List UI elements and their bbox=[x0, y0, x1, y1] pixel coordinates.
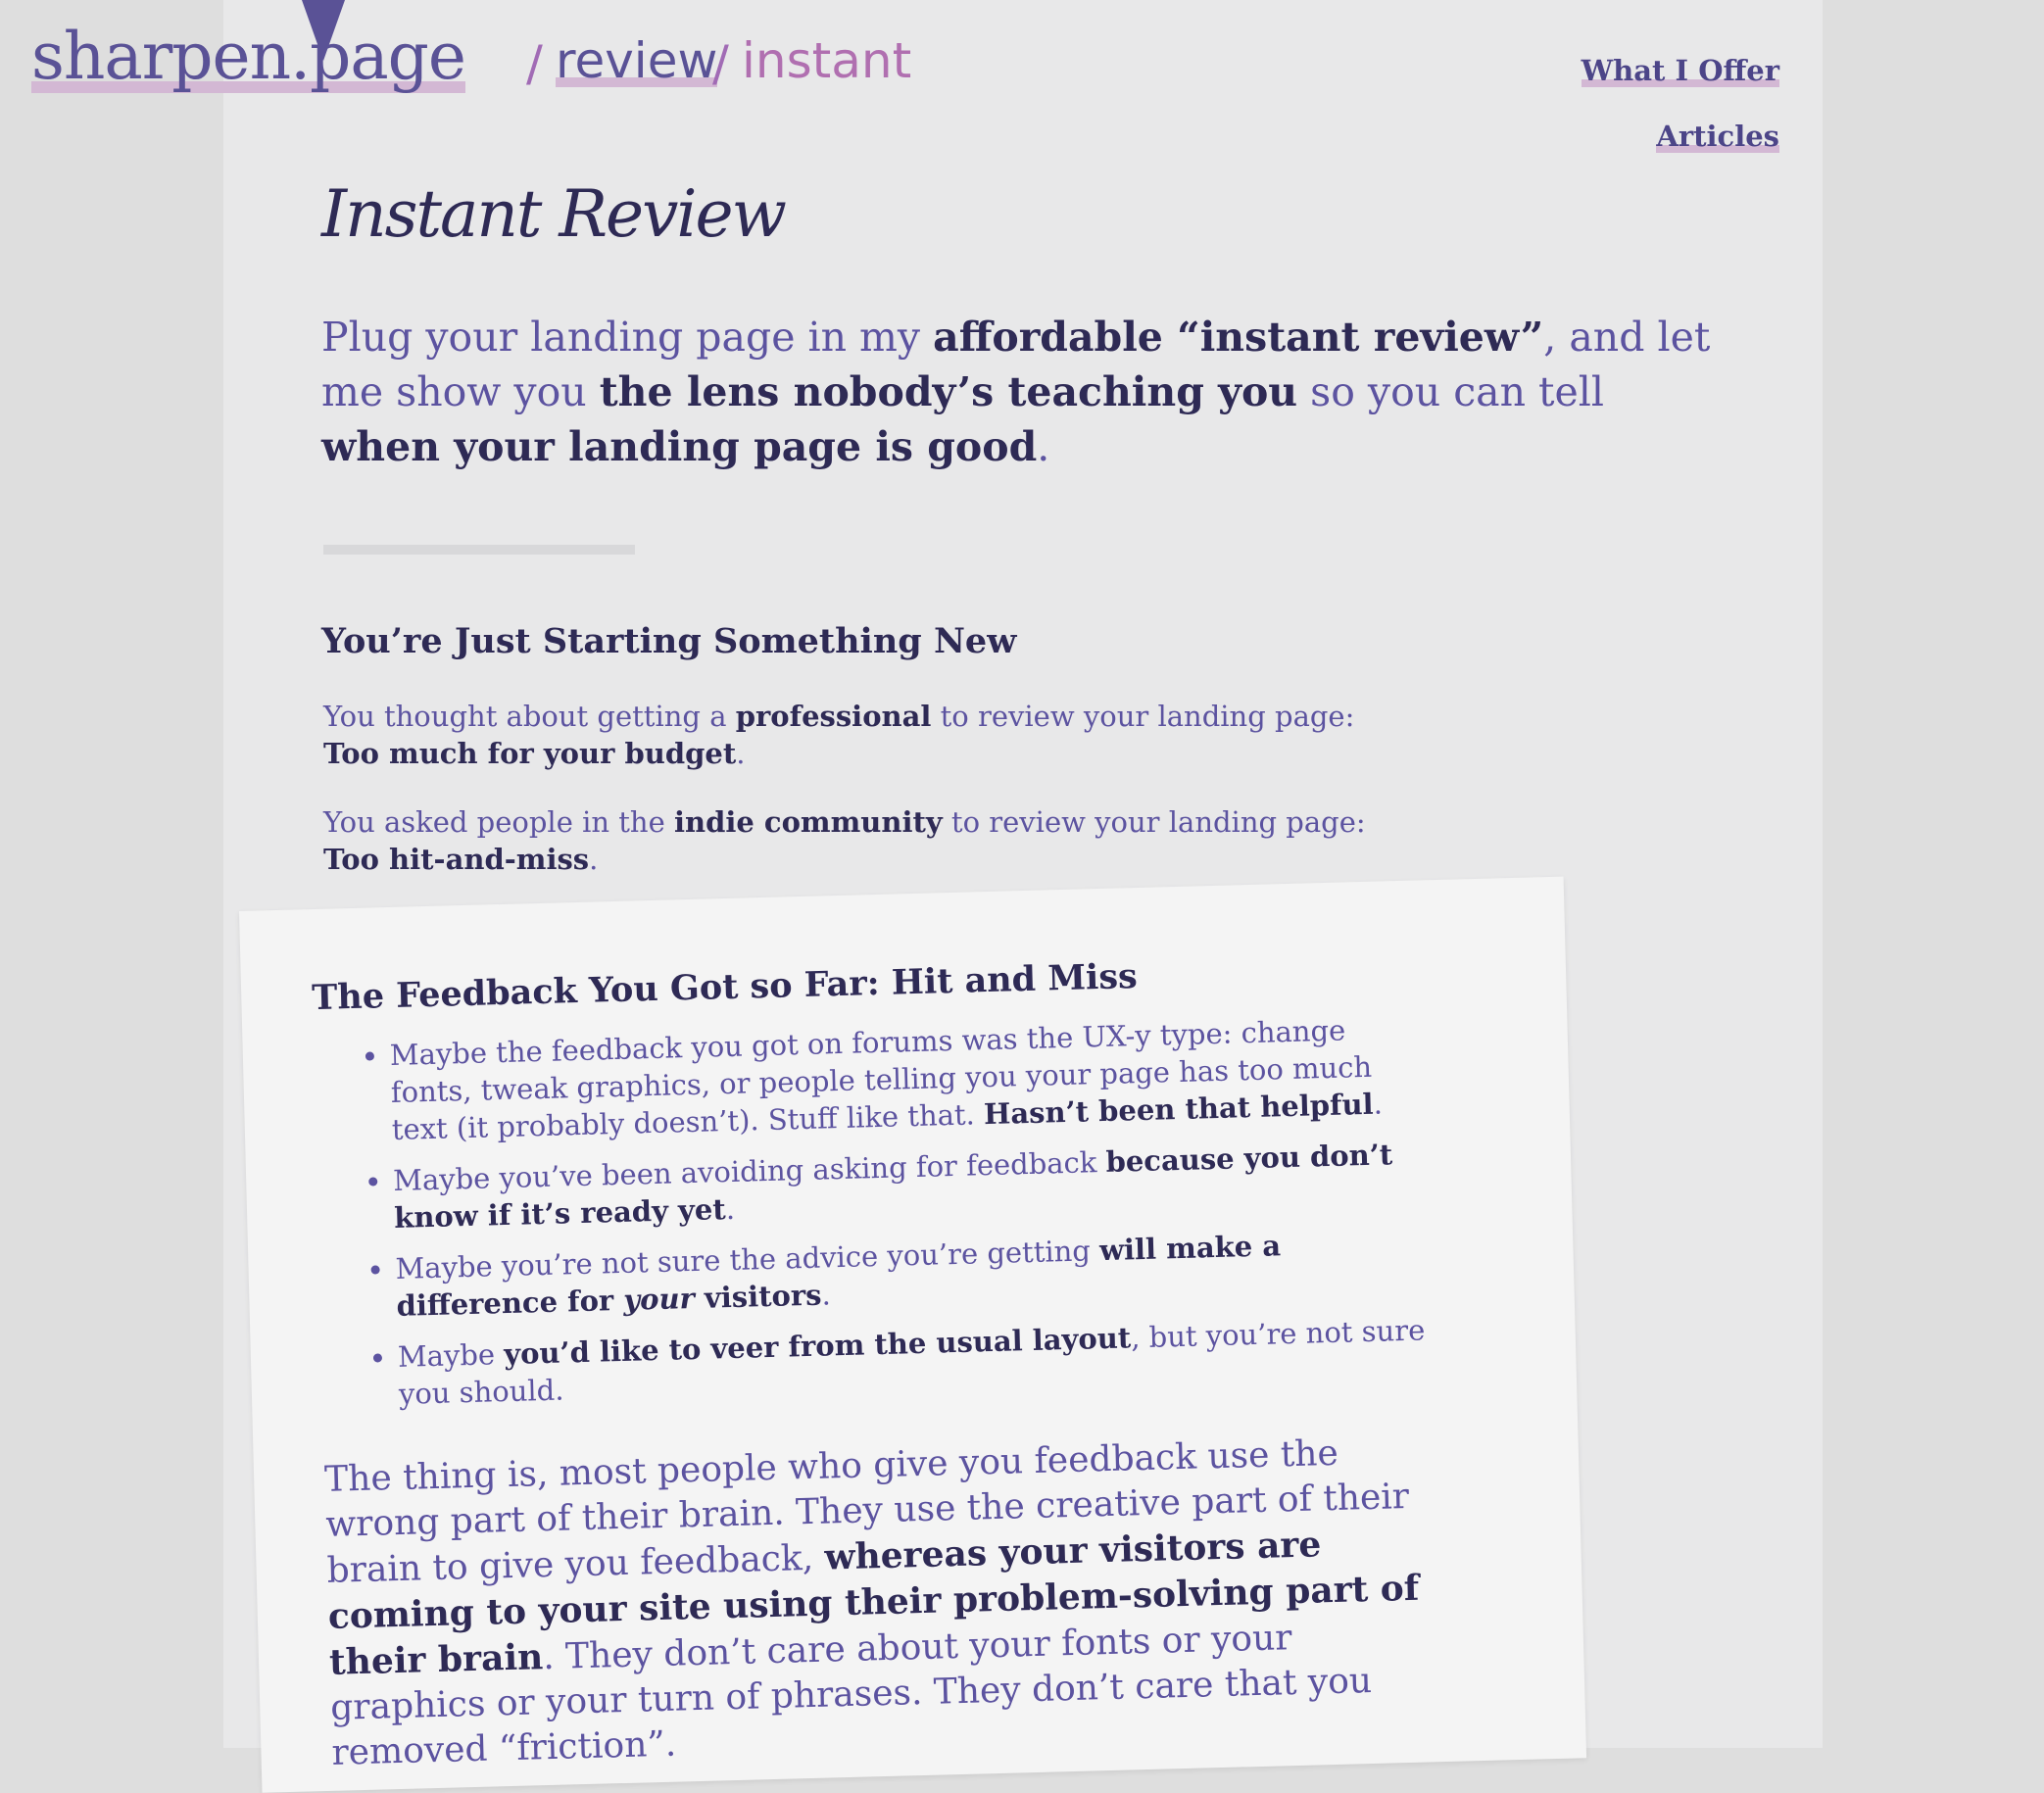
breadcrumb-separator: / bbox=[712, 35, 729, 92]
nav-what-i-offer[interactable]: What I Offer bbox=[1582, 54, 1779, 87]
feedback-list: Maybe the feedback you got on forums was… bbox=[320, 1009, 1437, 1428]
professional-paragraph: You thought about getting a professional… bbox=[323, 700, 1355, 770]
breadcrumb-review-link[interactable]: review bbox=[556, 35, 717, 87]
list-item: Maybe you’ve been avoiding asking for fe… bbox=[393, 1135, 1434, 1236]
nav-articles[interactable]: Articles bbox=[1656, 120, 1779, 153]
section-divider bbox=[323, 545, 635, 555]
site-header: sharpen.page / review / instant What I O… bbox=[0, 0, 2044, 153]
list-item: Maybe the feedback you got on forums was… bbox=[389, 1009, 1431, 1148]
community-paragraph: You asked people in the indie community … bbox=[323, 805, 1366, 876]
site-logo-link[interactable]: sharpen.page bbox=[31, 21, 466, 93]
closing-paragraph: The thing is, most people who give you f… bbox=[323, 1432, 1420, 1773]
list-item: Maybe you’d like to veer from the usual … bbox=[397, 1311, 1437, 1413]
card-heading: The Feedback You Got so Far: Hit and Mis… bbox=[311, 956, 1139, 1019]
list-item: Maybe you’re not sure the advice you’re … bbox=[395, 1223, 1436, 1325]
breadcrumb-separator: / bbox=[526, 35, 543, 92]
main-content: Instant Review Plug your landing page in… bbox=[321, 176, 1732, 876]
feedback-card: The Feedback You Got so Far: Hit and Mis… bbox=[239, 876, 1587, 1793]
lead-paragraph: Plug your landing page in my affordable … bbox=[321, 314, 1711, 470]
section-heading: You’re Just Starting Something New bbox=[321, 621, 1017, 661]
page-title: Instant Review bbox=[321, 176, 787, 252]
breadcrumb-current: instant bbox=[742, 32, 912, 89]
